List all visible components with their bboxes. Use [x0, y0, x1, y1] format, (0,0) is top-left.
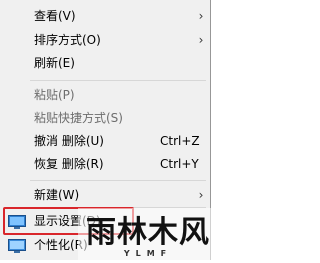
menu-item-paste-shortcut-label: 粘贴快捷方式(S) [34, 111, 123, 125]
menu-item-undo-delete-label: 撤消 删除(U) [34, 134, 104, 148]
menu-item-paste-label: 粘贴(P) [34, 88, 75, 102]
menu-item-redo-delete[interactable]: 恢复 删除(R) Ctrl+Y [0, 153, 210, 175]
menu-item-paste: 粘贴(P) [0, 84, 210, 106]
menu-item-new[interactable]: 新建(W) › [0, 184, 210, 206]
svg-text:雨林木风: 雨林木风 [86, 215, 210, 250]
personalize-icon [8, 238, 26, 253]
menu-item-refresh-label: 刷新(E) [34, 56, 75, 70]
watermark-logo: 雨林木风 YLMF [78, 208, 217, 260]
menu-item-redo-delete-shortcut: Ctrl+Y [160, 157, 199, 171]
chevron-right-icon: › [198, 9, 204, 23]
menu-item-sort-by[interactable]: 排序方式(O) › [0, 29, 210, 51]
menu-item-redo-delete-label: 恢复 删除(R) [34, 157, 104, 171]
svg-text:YLMF: YLMF [123, 249, 172, 258]
chevron-right-icon: › [198, 188, 204, 202]
menu-item-new-label: 新建(W) [34, 188, 80, 202]
menu-item-sort-by-label: 排序方式(O) [34, 33, 101, 47]
menu-item-refresh[interactable]: 刷新(E) [0, 52, 210, 74]
menu-item-view-label: 查看(V) [34, 9, 76, 23]
menu-separator [30, 180, 206, 181]
menu-item-paste-shortcut: 粘贴快捷方式(S) [0, 107, 210, 129]
menu-separator [30, 80, 206, 81]
menu-item-undo-delete-shortcut: Ctrl+Z [160, 134, 200, 148]
chevron-right-icon: › [198, 33, 204, 47]
menu-item-undo-delete[interactable]: 撤消 删除(U) Ctrl+Z [0, 130, 210, 152]
menu-item-view[interactable]: 查看(V) › [0, 5, 210, 27]
